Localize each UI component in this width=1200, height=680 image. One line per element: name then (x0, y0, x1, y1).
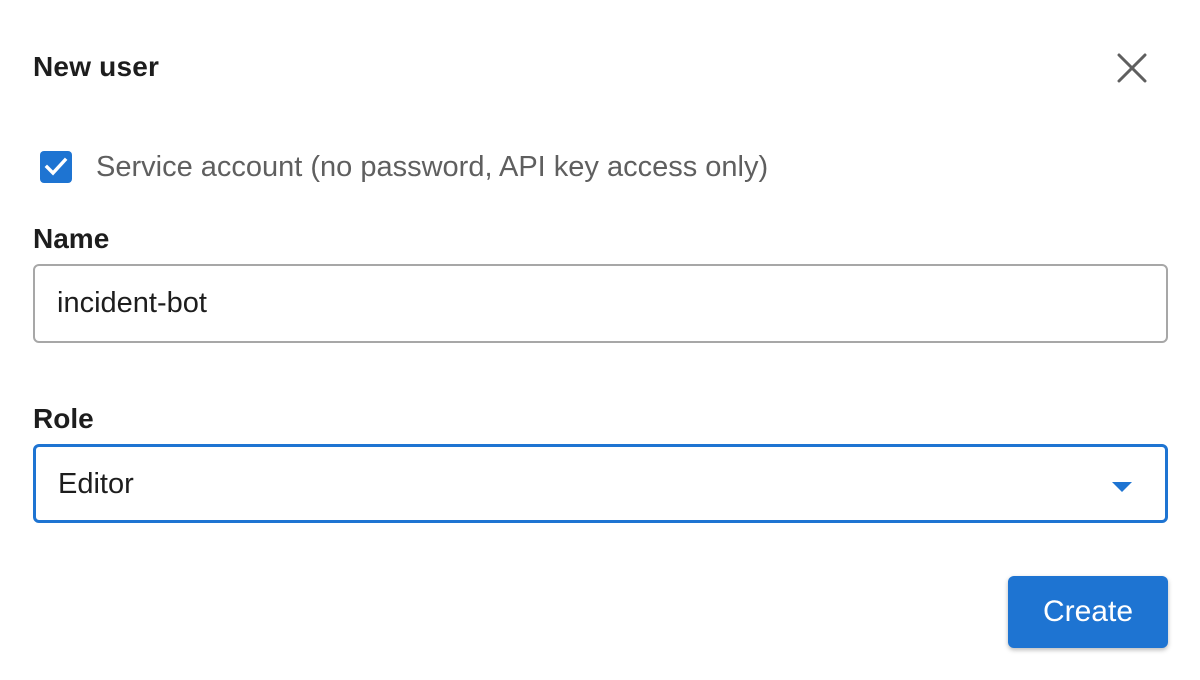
service-account-label[interactable]: Service account (no password, API key ac… (96, 150, 768, 184)
role-selected-value: Editor (58, 467, 134, 500)
chevron-down-icon (1112, 482, 1132, 492)
role-label: Role (33, 403, 94, 434)
service-account-checkbox[interactable] (40, 151, 72, 183)
name-input[interactable] (33, 264, 1168, 343)
role-select[interactable]: Editor (33, 444, 1168, 523)
check-icon (44, 157, 68, 176)
close-icon (1117, 53, 1147, 83)
close-button[interactable] (1110, 46, 1154, 90)
dialog-title: New user (33, 51, 160, 82)
service-account-option: Service account (no password, API key ac… (40, 150, 768, 184)
create-button[interactable]: Create (1008, 576, 1168, 648)
name-label: Name (33, 223, 110, 254)
new-user-dialog: New user Service account (no password, A… (0, 0, 1200, 680)
